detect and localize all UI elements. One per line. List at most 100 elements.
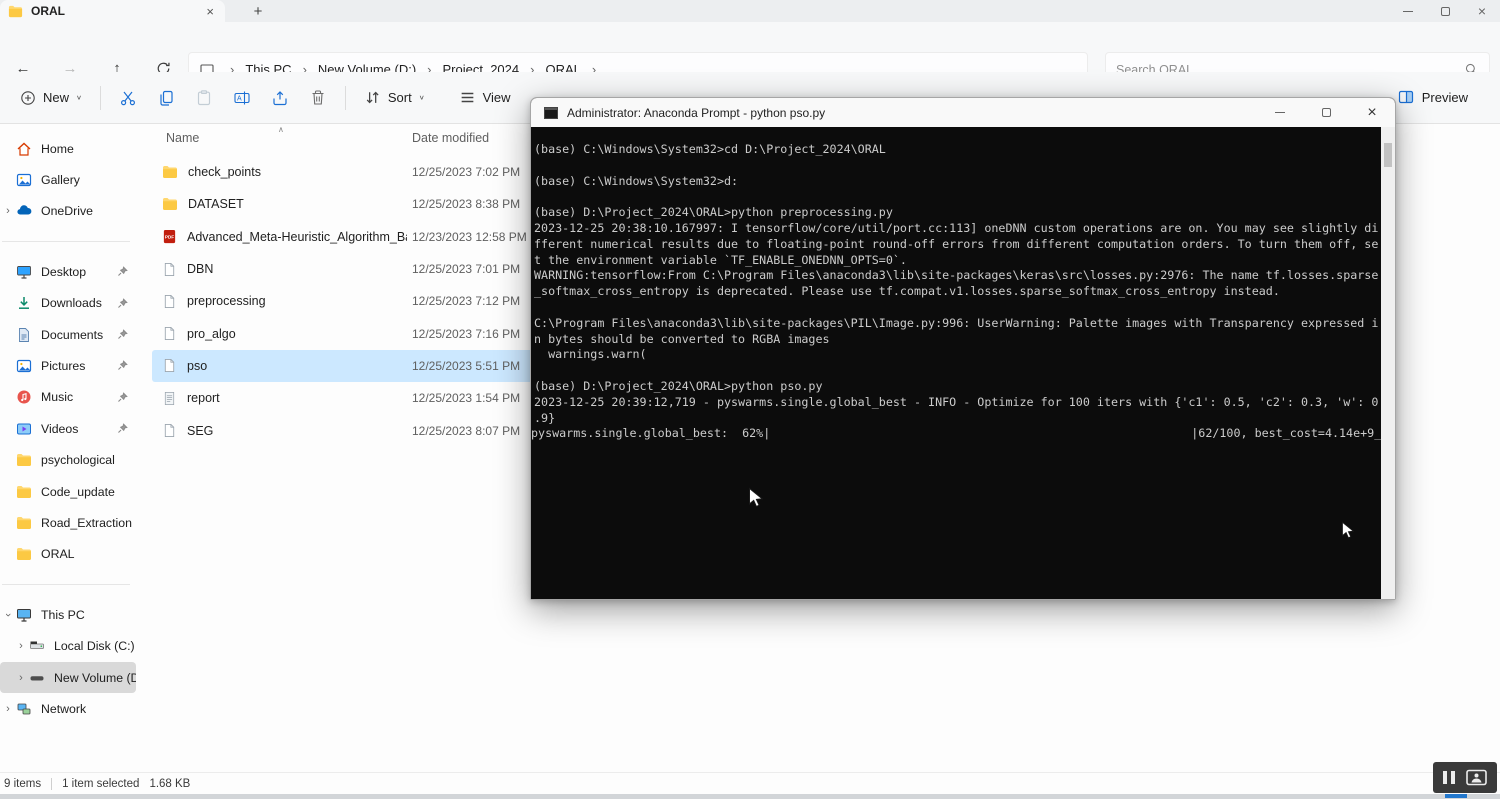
sidebar-item-documents[interactable]: Documents: [0, 319, 140, 350]
recorder-accent-tick: [1445, 794, 1467, 798]
file-row-pro-algo[interactable]: pro_algo 12/25/2023 7:16 PM: [152, 317, 576, 349]
tree-chevron-icon[interactable]: ›: [0, 205, 16, 217]
terminal-minimize-button[interactable]: [1257, 98, 1303, 127]
sidebar-item-onedrive[interactable]: › OneDrive: [0, 196, 140, 227]
drive-icon: [29, 670, 45, 686]
file-file-icon: [162, 423, 177, 438]
anaconda-prompt-window[interactable]: Administrator: Anaconda Prompt - python …: [530, 97, 1396, 600]
folder-icon: [16, 484, 32, 500]
delete-button[interactable]: [299, 81, 337, 115]
toolbar-divider: [345, 86, 346, 110]
tree-chevron-icon[interactable]: ›: [2, 607, 14, 623]
desktop-icon: [16, 264, 32, 280]
file-row-seg[interactable]: SEG 12/25/2023 8:07 PM: [152, 414, 576, 446]
picture-in-picture-icon[interactable]: [1466, 769, 1487, 786]
sidebar-item-pictures[interactable]: Pictures: [0, 350, 140, 381]
file-row-dataset[interactable]: DATASET 12/25/2023 8:38 PM: [152, 188, 576, 220]
column-header-name[interactable]: Name: [166, 131, 199, 145]
minimize-icon: [1275, 112, 1285, 113]
file-row-check-points[interactable]: check_points 12/25/2023 7:02 PM: [152, 156, 576, 188]
rename-icon: A: [233, 89, 251, 107]
items-count: 9 items: [4, 778, 41, 790]
folder-icon: [16, 452, 32, 468]
progress-suffix: |62/100, best_cost=4.14e+9: [1191, 426, 1374, 442]
sidebar-divider: [2, 584, 130, 585]
svg-text:A: A: [237, 95, 242, 102]
plus-circle-icon: [20, 90, 36, 106]
sort-icon: [364, 89, 381, 106]
sidebar-item-videos[interactable]: Videos: [0, 413, 140, 444]
cut-button[interactable]: [109, 81, 147, 115]
terminal-maximize-button[interactable]: [1303, 98, 1349, 127]
preview-button[interactable]: Preview: [1387, 80, 1478, 114]
terminal-body[interactable]: (base) C:\Windows\System32>cd D:\Project…: [531, 127, 1395, 599]
downloads-icon: [16, 295, 32, 311]
terminal-output: (base) C:\Windows\System32>cd D:\Project…: [531, 127, 1395, 426]
window-minimize-icon[interactable]: [1403, 11, 1413, 12]
pictures-icon: [16, 358, 32, 374]
file-file-icon: [162, 326, 177, 341]
tree-chevron-icon[interactable]: ›: [13, 640, 29, 652]
terminal-scrollbar-thumb[interactable]: [1384, 143, 1392, 167]
trash-icon: [309, 89, 327, 107]
disk-icon: [29, 638, 45, 654]
network-icon: [16, 701, 32, 717]
sidebar-divider: [2, 241, 130, 242]
cut-icon: [119, 89, 137, 107]
explorer-tab[interactable]: ORAL ×: [0, 0, 225, 22]
share-button[interactable]: [261, 81, 299, 115]
sort-button[interactable]: Sort ∨: [354, 81, 435, 114]
pause-icon[interactable]: [1443, 771, 1455, 784]
navigation-pane: Home Gallery › OneDrive Desktop Download…: [0, 126, 140, 774]
copy-icon: [157, 89, 175, 107]
videos-icon: [16, 421, 32, 437]
maximize-icon: [1322, 108, 1331, 117]
rename-button[interactable]: A: [223, 81, 261, 115]
sidebar-item-gallery[interactable]: Gallery: [0, 164, 140, 195]
terminal-titlebar[interactable]: Administrator: Anaconda Prompt - python …: [531, 98, 1395, 127]
music-icon: [16, 389, 32, 405]
progress-prefix: pyswarms.single.global_best: 62%|: [531, 426, 770, 442]
window-restore-icon[interactable]: [1441, 7, 1450, 16]
folder-icon: [16, 546, 32, 562]
doc-file-icon: [162, 391, 177, 406]
sidebar-item-music[interactable]: Music: [0, 382, 140, 413]
column-header-date-modified[interactable]: Date modified: [412, 131, 489, 145]
selection-count: 1 item selected: [62, 778, 139, 790]
tree-chevron-icon[interactable]: ›: [13, 672, 29, 684]
folder-file-icon: [162, 164, 178, 180]
sidebar-item-psychological[interactable]: psychological: [0, 445, 140, 476]
view-button[interactable]: View: [449, 81, 521, 114]
file-row-report[interactable]: report 12/25/2023 1:54 PM: [152, 382, 576, 414]
window-close-icon[interactable]: ×: [1478, 4, 1486, 18]
sidebar-item-code-update[interactable]: Code_update: [0, 476, 140, 507]
sidebar-item-local-disk-c[interactable]: › Local Disk (C:): [0, 630, 140, 661]
sidebar-item-desktop[interactable]: Desktop: [0, 256, 140, 287]
folder-icon: [16, 515, 32, 531]
preview-panel-icon: [1397, 88, 1415, 106]
sidebar-item-oral[interactable]: ORAL: [0, 539, 140, 570]
tree-chevron-icon[interactable]: ›: [0, 703, 16, 715]
screen-recorder-overlay[interactable]: [1433, 762, 1497, 793]
new-tab-button[interactable]: +: [246, 0, 270, 22]
sidebar-item-network[interactable]: › Network: [0, 693, 140, 724]
sidebar-item-downloads[interactable]: Downloads: [0, 288, 140, 319]
tab-close-icon[interactable]: ×: [203, 4, 217, 19]
sidebar-item-home[interactable]: Home: [0, 133, 140, 164]
view-icon: [459, 89, 476, 106]
navigation-bar: ← → ↑ ›This PC›New Volume (D:)›Project_2…: [0, 22, 1500, 72]
sidebar-item-this-pc[interactable]: › This PC: [0, 599, 140, 630]
file-row-pso[interactable]: pso 12/25/2023 5:51 PM: [152, 350, 576, 382]
tab-title: ORAL: [31, 4, 195, 18]
sidebar-item-new-volume-d[interactable]: › New Volume (D:): [0, 662, 136, 693]
documents-icon: [16, 327, 32, 343]
copy-button[interactable]: [147, 81, 185, 115]
sidebar-item-road-extraction[interactable]: Road_Extraction: [0, 507, 140, 538]
file-row-preprocessing[interactable]: preprocessing 12/25/2023 7:12 PM: [152, 285, 576, 317]
file-row-dbn[interactable]: DBN 12/25/2023 7:01 PM: [152, 253, 576, 285]
terminal-close-button[interactable]: ×: [1349, 98, 1395, 127]
file-row-advanced-meta-heuristic-algorithm-bas[interactable]: PDF Advanced_Meta-Heuristic_Algorithm_Ba…: [152, 221, 576, 253]
terminal-scrollbar[interactable]: [1381, 127, 1395, 599]
new-button[interactable]: New ∨: [10, 82, 92, 114]
terminal-title: Administrator: Anaconda Prompt - python …: [567, 106, 1257, 120]
